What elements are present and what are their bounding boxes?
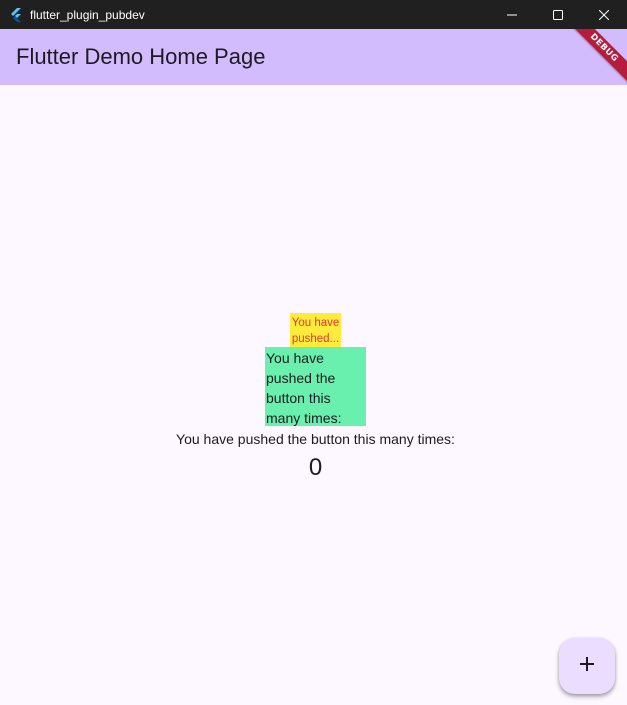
app-bar: Flutter Demo Home Page (0, 29, 627, 85)
close-button[interactable] (581, 0, 627, 29)
counter-label: You have pushed the button this many tim… (176, 431, 455, 447)
minimize-icon (507, 5, 517, 24)
maximize-icon (553, 5, 563, 24)
minimize-button[interactable] (489, 0, 535, 29)
green-text-line: pushed the (266, 370, 336, 386)
window-controls (489, 0, 627, 29)
yellow-text-line: pushed... (291, 333, 340, 345)
green-text-line: You have (266, 350, 324, 366)
window-titlebar[interactable]: flutter_plugin_pubdev (0, 0, 627, 29)
close-icon (598, 5, 610, 24)
maximize-button[interactable] (535, 0, 581, 29)
counter-value: 0 (308, 454, 323, 481)
green-text-line: many times: (266, 410, 342, 426)
increment-button[interactable] (559, 638, 615, 694)
page-title: Flutter Demo Home Page (16, 44, 266, 69)
green-text-box: You have pushed the button this many tim… (265, 347, 366, 426)
yellow-text-line: You have (291, 317, 340, 329)
plus-icon (579, 656, 595, 676)
green-text-line: button this (266, 390, 331, 406)
flutter-logo-icon (9, 7, 23, 22)
app-window: flutter_plugin_pubdev Flutter Demo Home … (0, 0, 627, 705)
window-title: flutter_plugin_pubdev (30, 7, 145, 22)
yellow-text-box: You have pushed... (290, 313, 341, 347)
